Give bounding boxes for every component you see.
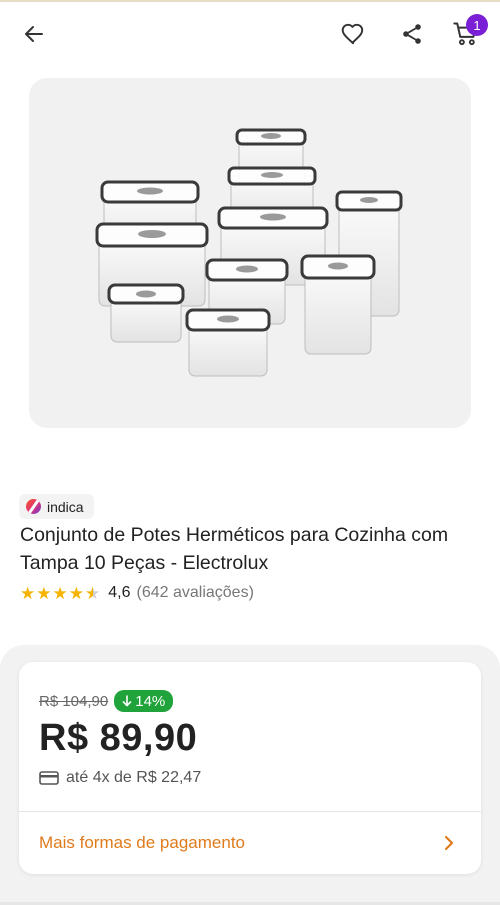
share-button[interactable] [392,14,432,54]
heart-icon [341,23,364,45]
star-icon: ★ [68,583,84,603]
arrow-left-icon [25,26,43,42]
installments-row: até 4x de R$ 22,47 [39,769,201,787]
review-count: (642 avaliações) [136,584,254,601]
rating-stars: ★ ★ ★ ★ ★ [20,585,100,602]
star-icon: ★ [52,583,68,603]
favorite-button[interactable] [333,14,373,54]
old-price-row: R$ 104,90 14% [39,690,174,712]
discount-value: 14% [135,692,166,710]
product-image[interactable] [29,78,471,428]
back-button[interactable] [14,14,54,54]
cart-count-badge: 1 [466,14,488,36]
star-icon: ★ [20,583,36,603]
app-header: 1 [0,2,500,66]
share-icon [403,24,421,44]
chevron-right-icon [444,835,454,851]
current-price: R$ 89,90 [39,717,198,759]
old-price: R$ 104,90 [39,692,109,710]
discount-badge: 14% [114,690,174,712]
rating-value: 4,6 [108,584,131,601]
star-icon: ★ [36,583,52,603]
credit-card-icon [39,771,59,785]
divider [19,811,481,812]
more-payment-chevron[interactable] [439,832,459,854]
product-title: Conjunto de Potes Herméticos para Cozinh… [20,524,449,574]
seller-logo-icon [26,499,41,514]
half-star-icon: ★ [85,583,101,603]
arrow-down-icon [122,695,132,707]
seller-name: indica [47,498,84,515]
price-card: R$ 104,90 14% R$ 89,90 até 4x de R$ 22,4… [19,662,481,874]
installments-text: até 4x de R$ 22,47 [66,769,202,786]
seller-tag[interactable]: indica [19,494,94,519]
product-photo-containers [95,128,403,377]
more-payment-link[interactable]: Mais formas de pagamento [39,833,245,853]
rating-row[interactable]: ★ ★ ★ ★ ★ 4,6 (642 avaliações) [20,582,254,604]
